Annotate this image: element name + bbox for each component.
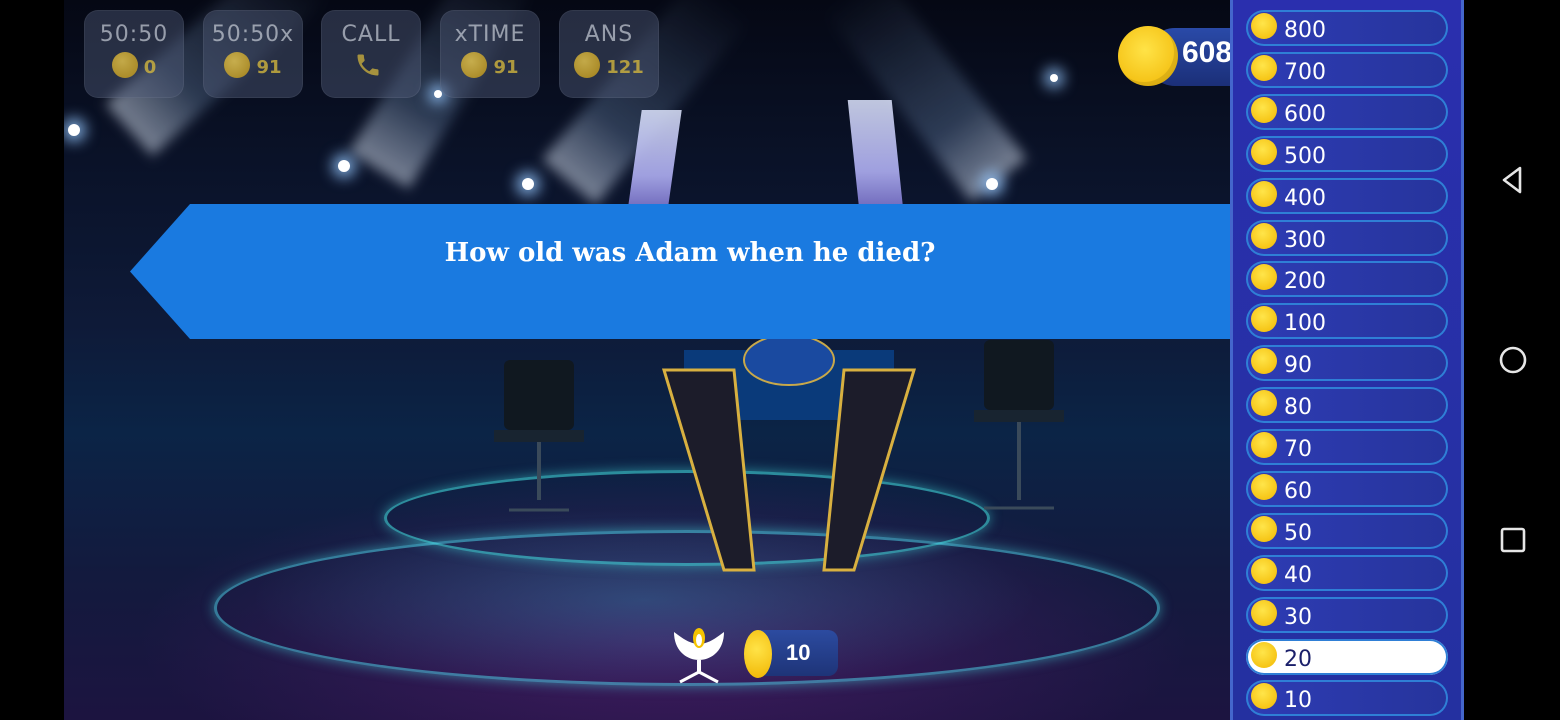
lifeline-fifty-fifty[interactable]: 50:50 0 xyxy=(84,10,184,98)
ladder-step: 400 xyxy=(1246,177,1448,214)
walk-away-amount: 10 xyxy=(786,640,811,665)
coin-icon xyxy=(1251,13,1277,39)
stage-pillar xyxy=(847,100,905,220)
ladder-amount: 500 xyxy=(1284,143,1326,169)
coin-icon xyxy=(111,51,138,78)
question-text: How old was Adam when he died? xyxy=(444,238,936,268)
phone-icon xyxy=(357,54,379,76)
spotlight xyxy=(1050,74,1058,82)
coin-icon xyxy=(1251,306,1277,333)
walk-away-value: 10 xyxy=(744,630,840,678)
ladder-amount: 90 xyxy=(1284,353,1312,379)
walk-away-chair-icon[interactable] xyxy=(668,622,730,686)
ladder-amount: 80 xyxy=(1284,395,1312,421)
ladder-amount: 70 xyxy=(1284,437,1312,462)
money-ladder: 800 700 600 500 400 300 200 100 90 80 70 60 50 40 30 20… xyxy=(1230,0,1464,720)
lifeline-label: CALL xyxy=(341,22,401,47)
lifeline-call[interactable]: CALL xyxy=(321,10,421,98)
ladder-amount: 600 xyxy=(1284,101,1326,127)
ladder-step: 300 xyxy=(1246,219,1448,256)
ladder-step: 80 xyxy=(1246,387,1448,424)
lifeline-answer[interactable]: ANS 121 xyxy=(559,10,659,98)
lifeline-label: 50:50 xyxy=(99,22,169,47)
contestant-chair xyxy=(494,360,584,512)
ladder-amount: 10 xyxy=(1284,688,1312,714)
android-nav-bar xyxy=(1464,0,1560,720)
ladder-step: 10 xyxy=(1246,680,1448,717)
ladder-step: 60 xyxy=(1246,470,1448,507)
ladder-step: 100 xyxy=(1246,303,1448,340)
spotlight xyxy=(434,90,442,98)
lifeline-extra-time[interactable]: xTIME 91 xyxy=(440,10,540,98)
ladder-amount: 300 xyxy=(1284,227,1326,253)
coin-icon xyxy=(1251,222,1277,249)
coin-icon xyxy=(1118,26,1178,86)
ladder-step: 50 xyxy=(1246,512,1448,549)
coin-icon xyxy=(1251,599,1277,626)
lifeline-label: ANS xyxy=(584,22,634,47)
coin-icon xyxy=(1251,348,1277,375)
coin-icon xyxy=(1251,641,1277,668)
ladder-step: 90 xyxy=(1246,345,1448,382)
coin-icon xyxy=(461,51,488,78)
ladder-step: 800 xyxy=(1246,10,1448,46)
ladder-step: 40 xyxy=(1246,554,1448,591)
ladder-step: 70 xyxy=(1246,429,1448,465)
ladder-amount: 800 xyxy=(1284,18,1326,43)
coin-icon xyxy=(1251,432,1277,458)
spotlight xyxy=(522,178,534,190)
coin-icon xyxy=(1251,390,1277,417)
question-banner: How old was Adam when he died? xyxy=(130,204,1230,339)
ladder-step: 30 xyxy=(1246,596,1448,633)
lifeline-fifty-fifty-x[interactable]: 50:50x 91 xyxy=(203,10,303,98)
ladder-amount: 50 xyxy=(1284,520,1312,546)
spotlight xyxy=(986,178,998,190)
host-podium xyxy=(661,334,917,572)
ladder-amount: 40 xyxy=(1284,562,1312,588)
coin-icon xyxy=(1251,180,1277,207)
ladder-step: 500 xyxy=(1246,135,1448,172)
ladder-amount: 200 xyxy=(1284,269,1326,295)
ladder-step: 600 xyxy=(1246,93,1448,130)
ladder-amount: 700 xyxy=(1284,59,1326,85)
back-icon[interactable] xyxy=(1498,165,1528,195)
ladder-amount: 30 xyxy=(1284,604,1312,630)
ladder-step: 20 xyxy=(1246,638,1448,675)
home-icon[interactable] xyxy=(1498,345,1528,375)
coin-icon xyxy=(1251,683,1277,710)
ladder-step: 700 xyxy=(1246,51,1448,88)
lifeline-cost: 0 xyxy=(143,57,157,78)
coin-icon xyxy=(1251,557,1277,584)
recents-icon[interactable] xyxy=(1498,525,1528,555)
coin-icon xyxy=(1251,138,1277,165)
coin-icon xyxy=(1251,54,1277,81)
game-stage xyxy=(64,0,1230,720)
ladder-amount: 400 xyxy=(1284,185,1326,211)
coin-icon xyxy=(1251,96,1277,123)
lifeline-label: xTIME xyxy=(454,22,526,47)
balance-value: 608 xyxy=(1182,36,1233,69)
lifeline-cost: 121 xyxy=(606,57,644,78)
spotlight xyxy=(338,160,350,172)
coin-icon xyxy=(1251,264,1277,291)
coin-icon xyxy=(744,630,772,678)
ladder-amount: 60 xyxy=(1284,478,1312,504)
ladder-amount: 100 xyxy=(1284,311,1326,337)
coin-icon xyxy=(224,51,251,78)
ladder-step: 200 xyxy=(1246,261,1448,298)
lifeline-cost: 91 xyxy=(256,57,282,78)
lifeline-cost: 91 xyxy=(493,57,519,78)
spotlight xyxy=(68,124,80,136)
coin-icon xyxy=(574,51,601,78)
coin-icon xyxy=(1251,473,1277,500)
ladder-amount: 20 xyxy=(1284,646,1312,672)
lifeline-label: 50:50x xyxy=(211,22,295,47)
contestant-chair xyxy=(974,340,1064,510)
coin-icon xyxy=(1251,515,1277,542)
coin-balance: 608 xyxy=(1118,26,1246,86)
